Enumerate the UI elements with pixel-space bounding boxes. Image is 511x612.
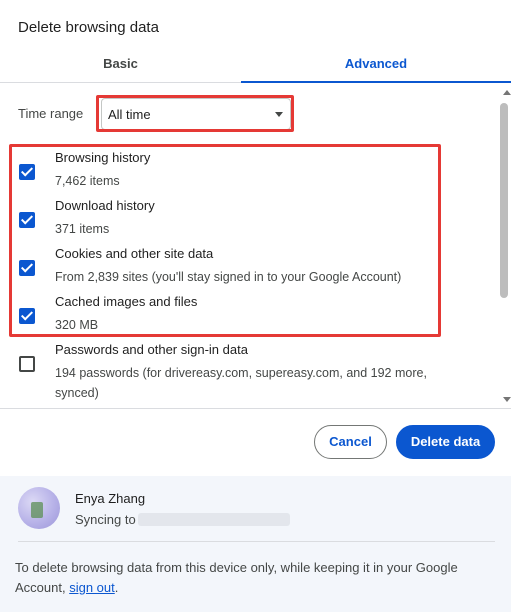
footer-divider (0, 408, 511, 409)
scroll-down-arrow-icon[interactable] (503, 397, 511, 402)
checkbox-cached-images[interactable] (19, 308, 35, 324)
time-range-label: Time range (18, 106, 84, 121)
account-name: Enya Zhang (75, 491, 146, 506)
option-title: Cookies and other site data (55, 246, 214, 261)
option-subtitle: 371 items (55, 222, 110, 236)
time-range-value: All time (108, 107, 151, 122)
sign-out-note: To delete browsing data from this device… (15, 558, 485, 598)
option-cached-images[interactable]: Cached images and files 320 MB (0, 294, 480, 340)
delete-data-button[interactable]: Delete data (396, 425, 495, 459)
account-section: Enya Zhang Syncing to To delete browsing… (0, 476, 511, 612)
option-subtitle: 194 passwords (for drivereasy.com, super… (55, 366, 427, 400)
option-passwords[interactable]: Passwords and other sign-in data 194 pas… (0, 342, 480, 404)
option-title: Cached images and files (55, 294, 198, 309)
delete-browsing-data-dialog: Delete browsing data Basic Advanced Time… (0, 0, 511, 612)
checkmark-icon (20, 308, 34, 321)
option-subtitle: 320 MB (55, 318, 99, 332)
tab-advanced[interactable]: Advanced (241, 50, 511, 84)
dropdown-arrow-icon (275, 112, 283, 117)
scroll-up-arrow-icon[interactable] (503, 90, 511, 95)
avatar-badge-icon (31, 502, 43, 518)
sync-label: Syncing to (75, 512, 136, 527)
tab-basic[interactable]: Basic (0, 50, 241, 84)
option-subtitle: From 2,839 sites (you'll stay signed in … (55, 270, 402, 284)
account-divider (18, 541, 495, 542)
option-cookies[interactable]: Cookies and other site data From 2,839 s… (0, 246, 480, 292)
options-scroll-area: Time range All time Browsing history 7,4… (0, 84, 511, 408)
scrollbar-thumb[interactable] (500, 103, 508, 298)
checkbox-download-history[interactable] (19, 212, 35, 228)
option-browsing-history[interactable]: Browsing history 7,462 items (0, 150, 480, 196)
option-download-history[interactable]: Download history 371 items (0, 198, 480, 244)
checkmark-icon (20, 212, 34, 225)
active-tab-indicator (241, 81, 511, 83)
note-end: . (114, 580, 119, 595)
option-title: Passwords and other sign-in data (55, 342, 248, 357)
option-title: Download history (55, 198, 155, 213)
blurred-email (138, 513, 290, 526)
dialog-title: Delete browsing data (18, 19, 159, 36)
checkbox-browsing-history[interactable] (19, 164, 35, 180)
checkmark-icon (20, 260, 34, 273)
cancel-button[interactable]: Cancel (314, 425, 387, 459)
option-subtitle: 7,462 items (55, 174, 120, 188)
checkmark-icon (20, 164, 34, 177)
option-title: Browsing history (55, 150, 151, 165)
sign-out-link[interactable]: sign out (69, 580, 115, 595)
checkbox-passwords[interactable] (19, 356, 35, 372)
time-range-select[interactable]: All time (101, 98, 291, 130)
tab-bar: Basic Advanced (0, 50, 511, 84)
checkbox-cookies[interactable] (19, 260, 35, 276)
